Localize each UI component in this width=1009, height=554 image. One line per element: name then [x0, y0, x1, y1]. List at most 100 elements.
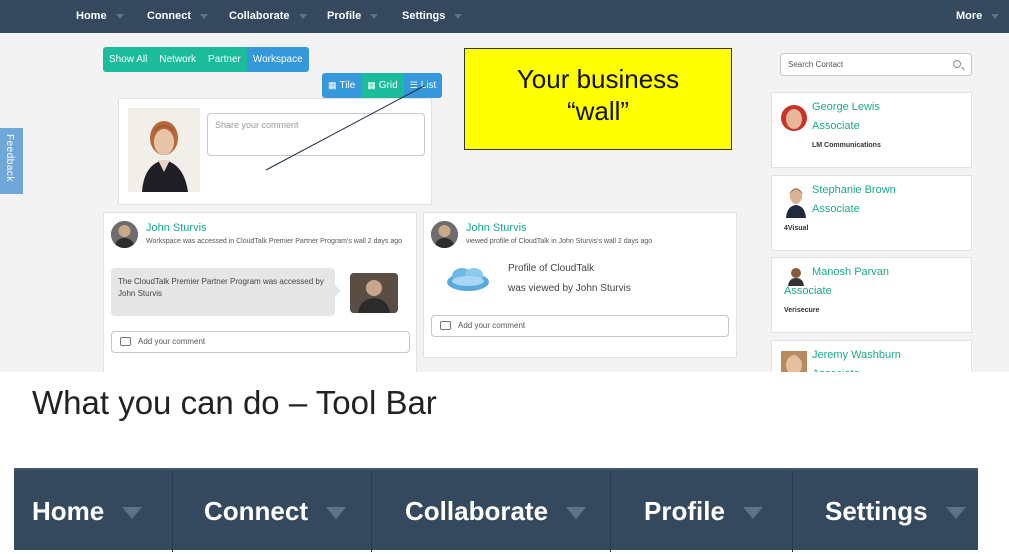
nav-collaborate[interactable]: Collaborate — [229, 0, 307, 33]
contact-card: Manosh Parvan Associate Verisecure — [771, 257, 972, 333]
user-avatar — [128, 108, 200, 192]
toolbar-collaborate-label: Collaborate — [405, 496, 549, 526]
contact-name[interactable]: Stephanie Brown — [812, 184, 896, 196]
contact-avatar — [786, 266, 806, 286]
feedback-tab[interactable]: Feedback — [0, 128, 23, 194]
chevron-down-icon — [115, 13, 124, 19]
toolbar-profile-label: Profile — [644, 496, 725, 526]
grid-icon: ▦ — [328, 80, 337, 90]
chevron-down-icon — [122, 507, 143, 520]
contact-avatar — [779, 103, 809, 139]
toolbar-connect-label: Connect — [204, 496, 308, 526]
profile-view-line-2: was viewed by John Sturvis — [508, 283, 631, 294]
add-comment-input[interactable]: Add your comment — [111, 331, 410, 353]
feed-post-thumbnail[interactable] — [350, 273, 398, 313]
share-comment-input[interactable]: Share your comment — [207, 113, 425, 156]
grid-icon: ▦ — [367, 80, 376, 90]
nav-profile[interactable]: Profile — [327, 0, 379, 33]
view-grid-label: Grid — [378, 80, 398, 91]
chevron-down-icon — [326, 507, 346, 520]
nav-profile-label: Profile — [327, 10, 362, 22]
filter-partner[interactable]: Partner — [202, 47, 247, 72]
section-heading: What you can do – Tool Bar — [32, 384, 437, 421]
chevron-down-icon — [200, 13, 208, 19]
contact-company: LM Communications — [812, 142, 881, 149]
view-list-button[interactable]: ☰ List — [403, 73, 443, 98]
feed-post-bubble: The CloudTalk Premier Partner Program wa… — [111, 268, 341, 316]
search-icon[interactable] — [953, 60, 961, 68]
toolbar-settings-label: Settings — [825, 496, 928, 526]
toolbar-home-label: Home — [32, 496, 105, 526]
wall-composer: Share your comment — [118, 98, 432, 205]
view-tile-label: Tile — [339, 80, 356, 91]
chevron-down-icon — [298, 13, 307, 19]
filter-network[interactable]: Network — [153, 47, 203, 72]
feedback-label: Feedback — [4, 134, 15, 182]
view-switcher: ▦ Tile ▦ Grid ☰ List — [322, 73, 443, 98]
contact-role: Associate — [812, 120, 860, 132]
toolbar-zoomed: Home Connect Collaborate Profile Setting… — [14, 468, 978, 552]
feed-author-name[interactable]: John Sturvis — [146, 222, 207, 234]
contact-role: Associate — [812, 203, 860, 215]
toolbar-divider — [792, 470, 793, 552]
nav-settings[interactable]: Settings — [402, 0, 463, 33]
feed-card: John Sturvis viewed profile of CloudTalk… — [423, 212, 737, 358]
contact-company: 4Visual — [784, 225, 809, 232]
wall-filter-group: Show All Network Partner Workspace — [103, 47, 309, 72]
comment-icon — [440, 321, 451, 330]
toolbar-settings[interactable]: Settings — [825, 470, 966, 552]
toolbar-collaborate[interactable]: Collaborate — [405, 470, 587, 552]
contact-name[interactable]: Jeremy Washburn — [812, 349, 901, 361]
toolbar-connect[interactable]: Connect — [204, 470, 346, 552]
top-navigation-bar: Home Connect Collaborate Profile Setting… — [0, 0, 1009, 33]
feed-activity-text: Workspace was accessed in CloudTalk Prem… — [146, 238, 403, 245]
search-contact-input[interactable]: Search Contact — [780, 53, 972, 76]
nav-more-label: More — [956, 10, 983, 22]
contact-card: George Lewis Associate LM Communications — [771, 92, 972, 168]
toolbar-home[interactable]: Home — [32, 470, 143, 552]
contact-card: Jeremy Washburn Associate — [771, 340, 972, 372]
callout-line-1: Your business — [516, 64, 680, 94]
feed-activity-text: viewed profile of CloudTalk in John Stur… — [466, 238, 653, 245]
callout-box: Your business “wall” — [464, 48, 732, 150]
nav-home[interactable]: Home — [76, 0, 124, 33]
app-screenshot: Home Connect Collaborate Profile Setting… — [0, 0, 1009, 372]
toolbar-divider — [371, 470, 372, 552]
filter-workspace[interactable]: Workspace — [246, 47, 309, 72]
contact-company: Verisecure — [784, 307, 820, 314]
contact-avatar — [784, 184, 808, 218]
list-icon: ☰ — [409, 80, 418, 90]
chevron-down-icon — [566, 507, 587, 520]
view-list-label: List — [420, 80, 437, 91]
cloud-icon — [447, 268, 489, 291]
chevron-down-icon — [742, 507, 763, 520]
view-grid-button[interactable]: ▦ Grid — [361, 73, 404, 98]
nav-more[interactable]: More — [956, 0, 1000, 33]
user-photo — [128, 108, 200, 192]
toolbar-divider — [610, 470, 611, 552]
add-comment-label: Add your comment — [138, 337, 206, 346]
chevron-down-icon — [945, 507, 966, 520]
feed-card: John Sturvis Workspace was accessed in C… — [103, 212, 417, 372]
chevron-down-icon — [991, 13, 1000, 19]
contact-role: Associate — [812, 368, 860, 372]
callout-line-2: “wall” — [566, 96, 630, 126]
contact-card: Stephanie Brown Associate 4Visual — [771, 175, 972, 251]
feed-author-name[interactable]: John Sturvis — [466, 222, 527, 234]
chevron-down-icon — [454, 13, 463, 19]
toolbar-divider — [172, 470, 173, 552]
nav-home-label: Home — [76, 10, 107, 22]
search-contact-placeholder: Search Contact — [788, 60, 844, 69]
nav-settings-label: Settings — [402, 10, 446, 22]
add-comment-input[interactable]: Add your comment — [431, 315, 729, 337]
chevron-down-icon — [370, 13, 379, 19]
add-comment-label: Add your comment — [458, 321, 526, 330]
nav-connect[interactable]: Connect — [147, 0, 208, 33]
contact-name[interactable]: George Lewis — [812, 101, 880, 113]
nav-collaborate-label: Collaborate — [229, 10, 290, 22]
contact-name[interactable]: Manosh Parvan — [812, 266, 889, 278]
contact-avatar — [781, 351, 807, 372]
filter-show-all[interactable]: Show All — [103, 47, 154, 72]
toolbar-profile[interactable]: Profile — [644, 470, 763, 552]
view-tile-button[interactable]: ▦ Tile — [322, 73, 362, 98]
